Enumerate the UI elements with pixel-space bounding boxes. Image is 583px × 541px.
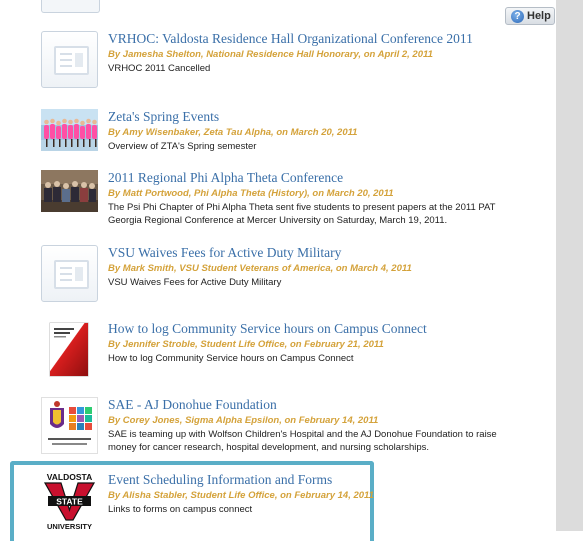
help-label: Help: [527, 10, 551, 22]
logo-text-middle: STATE: [56, 497, 83, 507]
news-summary: SAE is teaming up with Wolfson Children'…: [108, 429, 497, 453]
help-icon: ?: [511, 9, 524, 23]
news-summary: Links to forms on campus connect: [108, 504, 253, 515]
news-title-link[interactable]: VRHOC: Valdosta Residence Hall Organizat…: [108, 31, 508, 47]
news-byline: By Corey Jones, Sigma Alpha Epsilon, on …: [108, 415, 379, 426]
news-thumbnail-logo[interactable]: [41, 397, 98, 454]
news-title-link[interactable]: 2011 Regional Phi Alpha Theta Conference: [108, 170, 508, 186]
news-byline: By Amy Wisenbaker, Zeta Tau Alpha, on Ma…: [108, 127, 358, 138]
vertical-scrollbar[interactable]: [556, 0, 583, 531]
news-summary: How to log Community Service hours on Ca…: [108, 353, 354, 364]
foundation-logo-image: [42, 398, 97, 453]
news-summary: VSU Waives Fees for Active Duty Military: [108, 277, 282, 288]
news-byline: By Jennifer Stroble, Student Life Office…: [108, 339, 384, 350]
document-placeholder-icon: [54, 46, 89, 75]
previous-item-thumbnail[interactable]: [41, 0, 100, 13]
news-feed: ? Help VRHOC: Valdosta Residence Hall Or…: [0, 0, 556, 541]
guide-document-image: [41, 321, 98, 378]
news-summary: The Psi Phi Chapter of Phi Alpha Theta s…: [108, 202, 496, 226]
news-byline: By Alisha Stabler, Student Life Office, …: [108, 490, 374, 501]
news-summary: Overview of ZTA's Spring semester: [108, 141, 257, 152]
conference-photo-image: [41, 170, 98, 212]
news-thumbnail-logo[interactable]: VALDOSTA STATE UNIVERSITY: [41, 472, 98, 531]
news-byline: By Mark Smith, VSU Student Veterans of A…: [108, 263, 412, 274]
logo-text-top: VALDOSTA: [47, 472, 93, 482]
help-button[interactable]: ? Help: [505, 7, 555, 25]
news-summary: VRHOC 2011 Cancelled: [108, 63, 211, 74]
news-title-link[interactable]: VSU Waives Fees for Active Duty Military: [108, 245, 508, 261]
news-thumbnail-photo[interactable]: [41, 109, 98, 151]
valdosta-state-logo-image: VALDOSTA STATE UNIVERSITY: [41, 472, 98, 531]
news-title-link[interactable]: How to log Community Service hours on Ca…: [108, 321, 508, 337]
news-title-link[interactable]: Zeta's Spring Events: [108, 109, 508, 125]
news-thumbnail-photo[interactable]: [41, 170, 98, 212]
news-title-link[interactable]: SAE - AJ Donohue Foundation: [108, 397, 508, 413]
document-placeholder-icon: [54, 260, 89, 289]
news-thumbnail-placeholder[interactable]: [41, 245, 98, 302]
news-byline: By Matt Portwood, Phi Alpha Theta (Histo…: [108, 188, 394, 199]
news-thumbnail-document[interactable]: [41, 321, 98, 378]
logo-text-bottom: UNIVERSITY: [47, 522, 92, 531]
group-photo-image: [41, 109, 98, 151]
news-byline: By Jamesha Shelton, National Residence H…: [108, 49, 433, 60]
news-title-link[interactable]: Event Scheduling Information and Forms: [108, 472, 508, 488]
news-thumbnail-placeholder[interactable]: [41, 31, 98, 88]
